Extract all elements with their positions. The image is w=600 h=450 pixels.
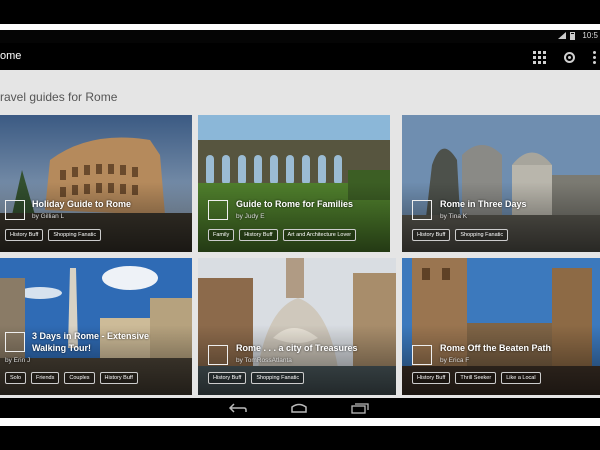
guide-card[interactable]: Rome in Three Days by Tina K History Buf… [402,115,600,252]
action-icons [533,49,596,65]
wifi-icon [558,32,566,39]
home-icon[interactable] [289,402,309,414]
tag-chip[interactable]: Shopping Fanatic [48,229,102,241]
tag-chip[interactable]: Shopping Fanatic [455,229,509,241]
tag-chip[interactable]: Thrill Seeker [455,372,497,384]
guide-tags: History Buff Shopping Fanatic [5,229,106,241]
guide-card[interactable]: 3 Days in Rome - Extensive Walking Tour!… [0,258,192,395]
guide-author: by Judy E [236,213,265,220]
status-bar: 10:5 [0,30,600,43]
tag-chip[interactable]: History Buff [208,372,247,384]
tag-chip[interactable]: Art and Architecture Lover [282,229,357,241]
card-shade [0,182,192,252]
guide-title: Guide to Rome for Families [236,199,354,209]
guide-thumbnail [412,345,432,365]
tag-chip[interactable]: Friends [31,372,60,384]
guides-content: ravel guides for Rome Holiday Guide to R… [0,70,600,398]
guide-author: by Erin J [5,357,31,364]
section-title: ravel guides for Rome [0,90,118,104]
guide-thumbnail [5,200,25,220]
guide-thumbnail [5,332,25,352]
grid-view-icon[interactable] [533,50,546,64]
app-title: ome [0,50,22,62]
settings-target-icon[interactable] [564,51,575,63]
tag-chip[interactable]: History Buff [99,372,138,384]
tag-chip[interactable]: Like a Local [501,372,541,384]
guide-thumbnail [412,200,432,220]
tag-chip[interactable]: Family [208,229,235,241]
guide-card[interactable]: Rome . . . a city of Treasures by TomRos… [198,258,396,395]
guide-tags: Family History Buff Art and Architecture… [208,229,361,241]
device-frame-top [0,0,600,24]
status-time: 10:5 [582,31,598,40]
tag-chip[interactable]: History Buff [239,229,278,241]
guide-tags: Solo Friends Couples History Buff [5,372,143,384]
tag-chip[interactable]: Couples [64,372,95,384]
guide-title: Holiday Guide to Rome [32,199,132,209]
guide-title: Rome Off the Beaten Path [440,343,552,353]
guide-thumbnail [208,200,228,220]
guide-title: Rome . . . a city of Treasures [236,343,358,353]
tag-chip[interactable]: History Buff [412,229,451,241]
guide-card[interactable]: Rome Off the Beaten Path by Erica F Hist… [402,258,600,395]
guide-author: by Erica F [440,357,470,364]
guide-tags: History Buff Shopping Fanatic [208,372,309,384]
guide-thumbnail [208,345,228,365]
guide-tags: History Buff Thrill Seeker Like a Local [412,372,546,384]
navigation-bar [0,398,600,418]
battery-icon [570,32,575,40]
guide-title: Rome in Three Days [440,199,527,209]
guide-title: 3 Days in Rome - Extensive Walking Tour! [32,331,150,353]
guide-author: by Gillian L [32,213,65,220]
back-icon[interactable] [228,402,248,414]
guide-tags: History Buff Shopping Fanatic [412,229,513,241]
recent-apps-icon[interactable] [350,402,370,414]
guide-card[interactable]: Holiday Guide to Rome by Gillian L Histo… [0,115,192,252]
device-frame-edge [0,418,600,426]
device-frame-bottom [0,426,600,450]
overflow-menu-icon[interactable] [593,50,596,64]
tag-chip[interactable]: Solo [5,372,27,384]
tag-chip[interactable]: History Buff [5,229,44,241]
guide-author: by TomRossAtlanta [236,357,292,364]
guide-card[interactable]: Guide to Rome for Families by Judy E Fam… [198,115,390,252]
tag-chip[interactable]: Shopping Fanatic [251,372,305,384]
tag-chip[interactable]: History Buff [412,372,451,384]
action-bar: ome [0,43,600,70]
guide-author: by Tina K [440,213,468,220]
